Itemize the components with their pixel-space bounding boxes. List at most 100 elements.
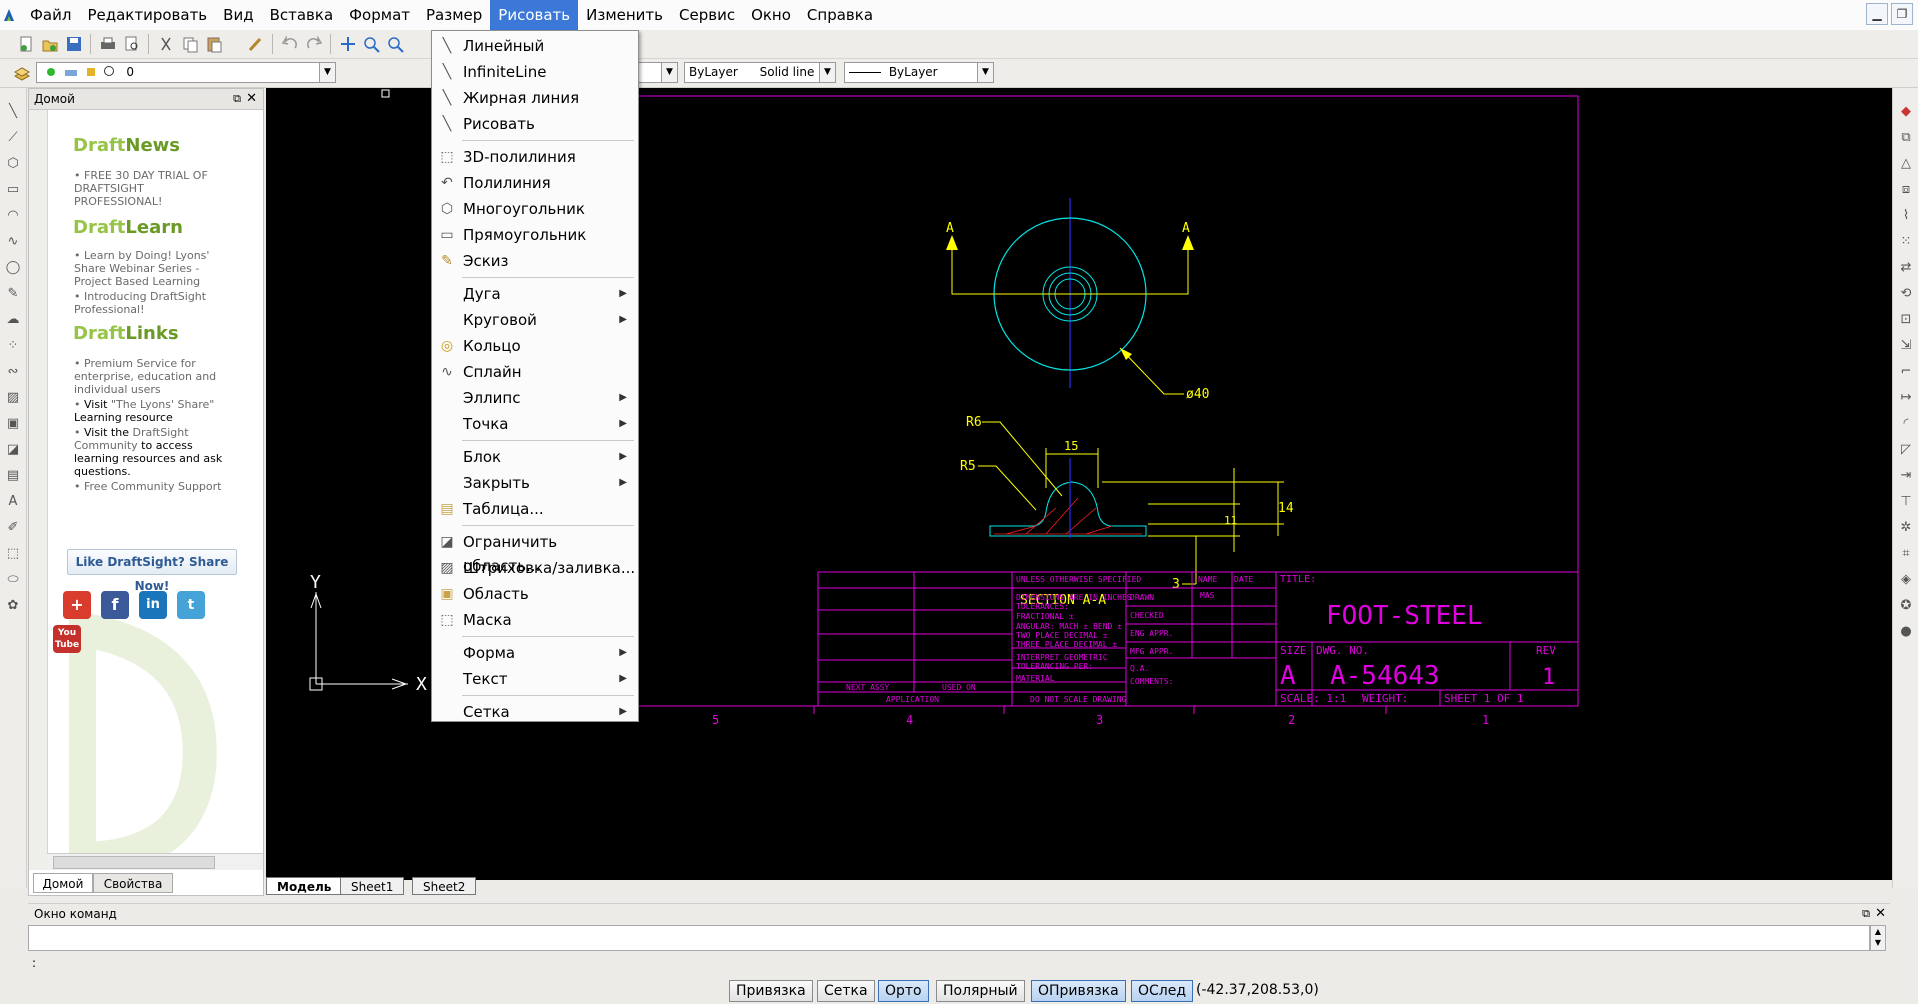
- draw-menu-item[interactable]: ✎ Эскиз: [433, 249, 637, 273]
- draw-menu-item[interactable]: ╲ Линейный: [433, 34, 637, 58]
- hatch-tool-icon[interactable]: ▨: [5, 390, 21, 406]
- draw-menu-item[interactable]: ╲ Жирная линия: [433, 86, 637, 110]
- twitter-icon[interactable]: t: [177, 591, 205, 619]
- text-tool-icon[interactable]: A: [5, 494, 21, 510]
- list-item[interactable]: • Premium Service for enterprise, educat…: [74, 357, 234, 396]
- draw-menu-item[interactable]: Блок ▶: [433, 445, 637, 469]
- palette-float-icon[interactable]: ⧉: [233, 89, 241, 109]
- rotate-icon[interactable]: ⟲: [1898, 286, 1914, 302]
- cut-icon[interactable]: [156, 35, 176, 53]
- rectangle-tool-icon[interactable]: ▭: [5, 182, 21, 198]
- draw-menu-item[interactable]: ↶ Полилиния: [433, 171, 637, 195]
- menu-4[interactable]: Формат: [341, 0, 418, 30]
- facebook-icon[interactable]: f: [101, 591, 129, 619]
- spline-tool-icon[interactable]: ∿: [5, 234, 21, 250]
- tab-sheet1[interactable]: Sheet1: [340, 877, 405, 895]
- otrack-toggle[interactable]: ОСлед: [1131, 980, 1194, 1002]
- point-tool-icon[interactable]: ⁘: [5, 338, 21, 354]
- snap-toggle[interactable]: Привязка: [729, 980, 813, 1002]
- draw-menu-item[interactable]: Круговой ▶: [433, 308, 637, 332]
- linestyle-combo[interactable]: ByLayer Solid line ▼: [684, 62, 836, 83]
- list-item[interactable]: • Learn by Doing! Lyons' Share Webinar S…: [74, 249, 234, 288]
- draw-menu-item[interactable]: ▨ Штриховка/заливка...: [433, 556, 637, 580]
- erase-icon[interactable]: ◆: [1898, 104, 1914, 120]
- lineweight-combo[interactable]: ByLayer ▼: [844, 62, 994, 83]
- fillet-icon[interactable]: ◜: [1898, 416, 1914, 432]
- match-properties-icon[interactable]: [246, 35, 266, 53]
- draw-menu-item[interactable]: ◎ Кольцо: [433, 334, 637, 358]
- linkedin-icon[interactable]: in: [139, 591, 167, 619]
- revision-cloud-icon[interactable]: ✿: [5, 598, 21, 614]
- circle-tool-icon[interactable]: ◯: [5, 260, 21, 276]
- break-icon[interactable]: ⇥: [1898, 468, 1914, 484]
- redo-icon[interactable]: [304, 35, 324, 53]
- like-share-button[interactable]: Like DraftSight? Share Now!: [67, 549, 237, 593]
- draw-menu-item[interactable]: Текст ▶: [433, 667, 637, 691]
- ortho-toggle[interactable]: Орто: [878, 980, 929, 1002]
- menu-3[interactable]: Вставка: [262, 0, 342, 30]
- array-icon[interactable]: ⁙: [1898, 234, 1914, 250]
- draw-menu-item[interactable]: Точка ▶: [433, 412, 637, 436]
- edit-tool-icon[interactable]: ✐: [5, 520, 21, 536]
- mirror-icon[interactable]: △: [1898, 156, 1914, 172]
- menu-8[interactable]: Сервис: [671, 0, 743, 30]
- bomb-icon[interactable]: ●: [1898, 624, 1914, 640]
- edit-polyline-icon[interactable]: ⌗: [1898, 546, 1914, 562]
- list-item[interactable]: • Visit "The Lyons' Share" Learning reso…: [74, 398, 234, 424]
- tab-properties[interactable]: Свойства: [93, 873, 173, 893]
- draw-menu-item[interactable]: ◪ Ограничить область...: [433, 530, 637, 575]
- note-tool-icon[interactable]: ▤: [5, 468, 21, 484]
- layer-manager-icon[interactable]: [12, 64, 32, 82]
- open-file-icon[interactable]: [40, 35, 60, 53]
- block-tool-icon[interactable]: ▣: [5, 416, 21, 432]
- stretch-icon[interactable]: ⇲: [1898, 338, 1914, 354]
- offset-icon[interactable]: ⧈: [1898, 182, 1914, 198]
- ellipse-tool-icon[interactable]: ⬭: [5, 572, 21, 588]
- explode-icon[interactable]: ✲: [1898, 520, 1914, 536]
- list-item[interactable]: • Free Community Support: [74, 480, 234, 493]
- polygon-tool-icon[interactable]: ⬡: [5, 156, 21, 172]
- tab-model[interactable]: Модель: [266, 877, 343, 895]
- new-file-icon[interactable]: [16, 35, 36, 53]
- menu-7[interactable]: Изменить: [578, 0, 671, 30]
- paint-icon[interactable]: ✪: [1898, 598, 1914, 614]
- menu-0[interactable]: Файл: [22, 0, 79, 30]
- mask-tool-icon[interactable]: ⬚: [5, 546, 21, 562]
- line-tool-icon[interactable]: ╲: [5, 104, 21, 120]
- draw-menu-item[interactable]: Форма ▶: [433, 641, 637, 665]
- menu-5[interactable]: Размер: [418, 0, 490, 30]
- cloud-tool-icon[interactable]: ☁: [5, 312, 21, 328]
- pan-icon[interactable]: [338, 35, 358, 53]
- print-preview-icon[interactable]: [122, 35, 142, 53]
- scroll-thumb[interactable]: [53, 856, 215, 869]
- spline-curve-icon[interactable]: ∾: [5, 364, 21, 380]
- print-icon[interactable]: [98, 35, 118, 53]
- draw-menu-item[interactable]: Закрыть ▶: [433, 471, 637, 495]
- palette-close-icon[interactable]: ✕: [246, 89, 257, 109]
- scale-icon[interactable]: ⊡: [1898, 312, 1914, 328]
- list-item[interactable]: • Visit the DraftSight Community to acce…: [74, 426, 234, 478]
- draw-menu-item[interactable]: ▭ Прямоугольник: [433, 223, 637, 247]
- draw-menu-item[interactable]: ⬚ 3D-полилиния: [433, 145, 637, 169]
- join-icon[interactable]: ⊤: [1898, 494, 1914, 510]
- save-icon[interactable]: [64, 35, 84, 53]
- mdi-minimize-button[interactable]: ▁: [1866, 3, 1888, 25]
- polar-toggle[interactable]: Полярный: [936, 980, 1025, 1002]
- copy-icon[interactable]: [180, 35, 200, 53]
- zoom-previous-icon[interactable]: [386, 35, 406, 53]
- draw-menu-item[interactable]: ▤ Таблица...: [433, 497, 637, 521]
- menu-2[interactable]: Вид: [215, 0, 261, 30]
- list-item[interactable]: • FREE 30 DAY TRIAL OF DRAFTSIGHT PROFES…: [74, 169, 234, 208]
- polyline-tool-icon[interactable]: ⟋: [5, 130, 21, 146]
- copy-entity-icon[interactable]: ⧉: [1898, 130, 1914, 146]
- trim-icon[interactable]: ⌐: [1898, 364, 1914, 380]
- draw-menu-item[interactable]: ╲ Рисовать: [433, 112, 637, 136]
- arc-tool-icon[interactable]: ◠: [5, 208, 21, 224]
- command-input[interactable]: [28, 925, 1870, 951]
- sketch-tool-icon[interactable]: ✎: [5, 286, 21, 302]
- extend-icon[interactable]: ↦: [1898, 390, 1914, 406]
- draw-menu-item[interactable]: ▣ Область: [433, 582, 637, 606]
- menu-10[interactable]: Справка: [799, 0, 881, 30]
- zoom-window-icon[interactable]: [362, 35, 382, 53]
- youtube-icon[interactable]: You Tube: [53, 625, 81, 653]
